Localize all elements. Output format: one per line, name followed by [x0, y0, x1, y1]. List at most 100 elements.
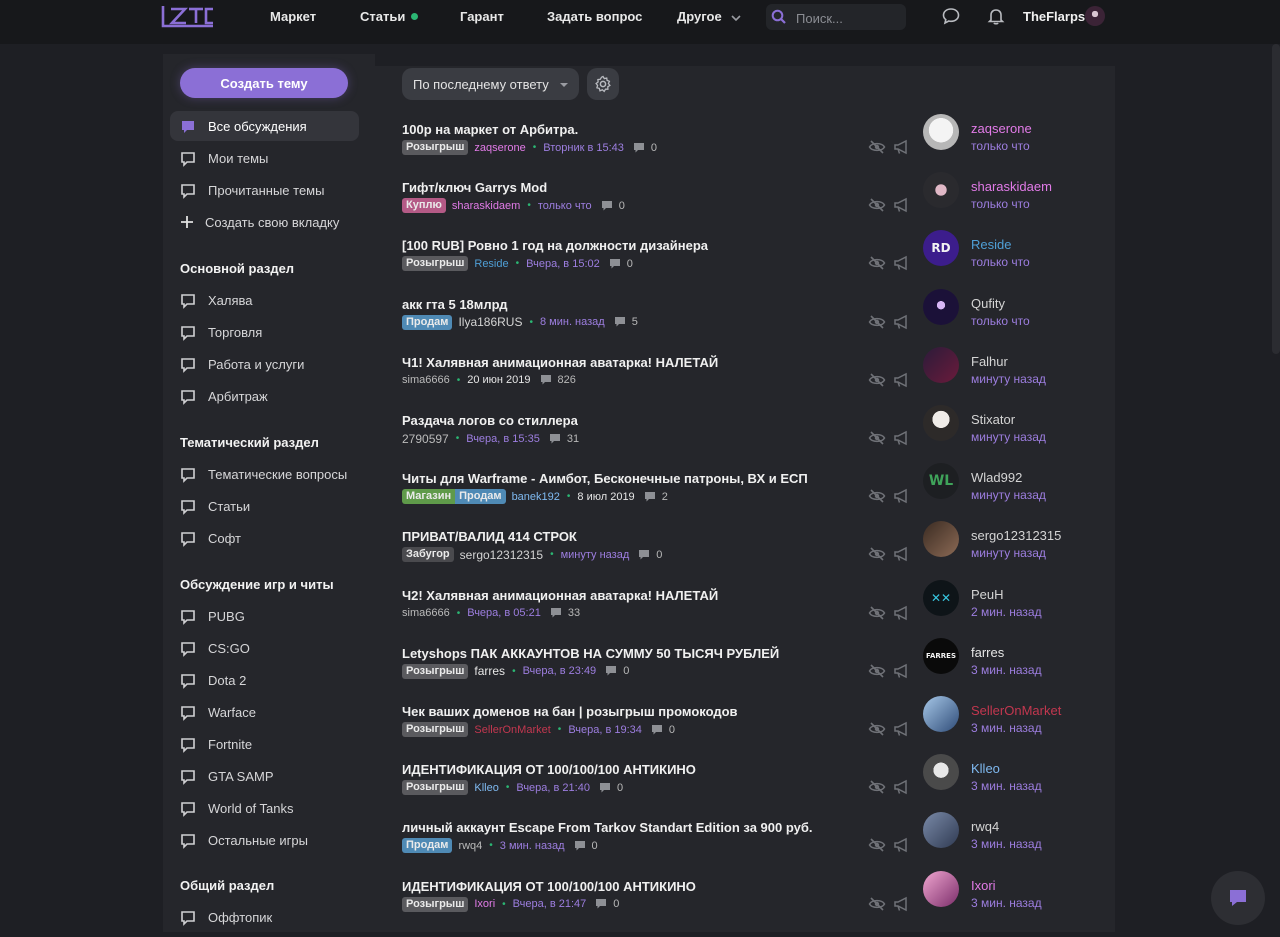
thread-row[interactable]: Гифт/ключ Garrys Mod Куплю sharaskidaem • то… — [375, 172, 1115, 238]
site-logo[interactable] — [160, 3, 216, 34]
thread-start-date[interactable]: Вчера, в 23:49 — [523, 665, 597, 677]
thread-author[interactable]: Ixori — [474, 898, 495, 910]
search-box[interactable] — [766, 4, 906, 30]
sidebar-item-other-games[interactable]: Остальные игры — [170, 825, 359, 855]
thread-prefix-tag[interactable]: Продам — [402, 838, 453, 854]
current-username[interactable]: TheFlarps — [1023, 9, 1085, 24]
last-poster-avatar[interactable]: WL — [923, 463, 959, 500]
last-poster-name[interactable]: farres — [971, 645, 1004, 660]
user-avatar[interactable] — [1085, 6, 1105, 26]
thread-row[interactable]: Letyshops ПАК АККАУНТОВ НА СУММУ 50 ТЫСЯ… — [375, 637, 1115, 704]
last-poster-name[interactable]: sharaskidaem — [971, 179, 1052, 194]
last-poster-avatar[interactable] — [923, 696, 959, 732]
thread-title[interactable]: Гифт/ключ Garrys Mod — [402, 180, 547, 195]
last-poster-avatar[interactable] — [923, 346, 959, 383]
last-post-time[interactable]: 3 мин. назад — [971, 837, 1042, 851]
last-post-time[interactable]: минуту назад — [971, 430, 1046, 444]
nav-market[interactable]: Маркет — [270, 9, 316, 24]
nav-ask-question[interactable]: Задать вопрос — [547, 9, 642, 24]
sidebar-item-my-threads[interactable]: Мои темы — [170, 143, 359, 173]
last-post-time[interactable]: только что — [971, 197, 1030, 211]
last-post-time[interactable]: минуту назад — [971, 546, 1046, 560]
sidebar-item-world-of-tanks[interactable]: World of Tanks — [170, 793, 359, 823]
last-post-time[interactable]: 3 мин. назад — [971, 779, 1042, 793]
megaphone-icon[interactable] — [893, 197, 910, 213]
thread-prefix-tag[interactable]: Розыгрыш — [402, 140, 469, 155]
thread-title[interactable]: акк гта 5 18млрд — [402, 297, 508, 312]
thread-start-date[interactable]: только что — [538, 200, 592, 212]
thread-author[interactable]: zaqserone — [474, 142, 525, 154]
last-poster-avatar[interactable] — [923, 114, 959, 150]
megaphone-icon[interactable] — [893, 372, 910, 388]
eye-slash-icon[interactable] — [868, 139, 886, 155]
megaphone-icon[interactable] — [893, 488, 910, 504]
thread-prefix-tag[interactable]: Продам — [455, 489, 506, 505]
last-poster-name[interactable]: Stixator — [971, 412, 1015, 427]
thread-row[interactable]: акк гта 5 18млрд Продам Ilya186RUS • 8 мин. … — [375, 288, 1115, 355]
list-settings-button[interactable] — [587, 68, 619, 100]
thread-start-date[interactable]: 3 мин. назад — [500, 840, 565, 852]
last-poster-name[interactable]: Falhur — [971, 354, 1008, 369]
sidebar-item-arbitration[interactable]: Арбитраж — [170, 381, 359, 411]
thread-author[interactable]: Reside — [474, 258, 508, 270]
last-post-time[interactable]: только что — [971, 314, 1030, 328]
eye-slash-icon[interactable] — [868, 430, 886, 446]
thread-row[interactable]: 100р на маркет от Арбитра. Розыгрыш zaqser… — [375, 114, 1115, 180]
eye-slash-icon[interactable] — [868, 837, 886, 853]
eye-slash-icon[interactable] — [868, 896, 886, 912]
thread-row[interactable]: ИДЕНТИФИКАЦИЯ ОТ 100/100/100 АНТИКИНО Роз… — [375, 754, 1115, 820]
sidebar-item-software[interactable]: Софт — [170, 523, 359, 553]
sidebar-item-fortnite[interactable]: Fortnite — [170, 729, 359, 759]
sort-order-select[interactable]: По последнему ответу — [402, 68, 579, 100]
thread-author[interactable]: rwq4 — [458, 840, 482, 852]
thread-row[interactable]: ПРИВАТ/ВАЛИД 414 СТРОК Забугор sergo123123… — [375, 521, 1115, 587]
notifications-bell-icon[interactable] — [986, 6, 1006, 26]
megaphone-icon[interactable] — [893, 663, 910, 679]
search-input[interactable] — [794, 7, 904, 29]
thread-prefix-tag[interactable]: Продам — [402, 314, 453, 330]
last-poster-name[interactable]: Qufity — [971, 296, 1005, 311]
eye-slash-icon[interactable] — [868, 372, 886, 388]
last-post-time[interactable]: только что — [971, 255, 1030, 269]
thread-start-date[interactable]: Вчера, в 21:47 — [513, 898, 587, 910]
thread-start-date[interactable]: Вчера, в 15:35 — [466, 433, 540, 445]
eye-slash-icon[interactable] — [868, 314, 886, 330]
thread-author[interactable]: sergo12312315 — [460, 548, 543, 562]
last-post-time[interactable]: минуту назад — [971, 488, 1046, 502]
sidebar-item-freebies[interactable]: Халява — [170, 285, 359, 315]
last-post-time[interactable]: минуту назад — [971, 372, 1046, 386]
thread-title[interactable]: Чек ваших доменов на бан | розыгрыш пром… — [402, 704, 738, 719]
sidebar-item-read-threads[interactable]: Прочитанные темы — [170, 175, 359, 205]
thread-row[interactable]: личный аккаунт Escape From Tarkov Standa… — [375, 812, 1115, 878]
sidebar-item-csgo[interactable]: CS:GO — [170, 633, 359, 663]
sidebar-item-pubg[interactable]: PUBG — [170, 601, 359, 631]
thread-start-date[interactable]: 20 июн 2019 — [467, 374, 530, 386]
last-post-time[interactable]: 3 мин. назад — [971, 663, 1042, 677]
eye-slash-icon[interactable] — [868, 197, 886, 213]
sidebar-item-offtopic[interactable]: Оффтопик — [170, 902, 359, 932]
last-poster-name[interactable]: Reside — [971, 237, 1011, 252]
thread-title[interactable]: 100р на маркет от Арбитра. — [402, 122, 578, 137]
thread-title[interactable]: личный аккаунт Escape From Tarkov Standa… — [402, 820, 813, 835]
megaphone-icon[interactable] — [893, 139, 910, 155]
sidebar-item-articles[interactable]: Статьи — [170, 491, 359, 521]
thread-prefix-tag[interactable]: Забугор — [402, 547, 454, 563]
last-poster-name[interactable]: PeuH — [971, 587, 1004, 602]
last-poster-avatar[interactable] — [923, 172, 959, 209]
last-post-time[interactable]: только что — [971, 139, 1030, 153]
sidebar-item-create-tab[interactable]: Создать свою вкладку — [170, 207, 359, 237]
eye-slash-icon[interactable] — [868, 255, 886, 271]
thread-title[interactable]: Letyshops ПАК АККАУНТОВ НА СУММУ 50 ТЫСЯ… — [402, 646, 779, 661]
last-post-time[interactable]: 2 мин. назад — [971, 605, 1042, 619]
last-post-time[interactable]: 3 мин. назад — [971, 896, 1042, 910]
thread-start-date[interactable]: Вчера, в 21:40 — [516, 782, 590, 794]
thread-author[interactable]: sima6666 — [402, 607, 450, 619]
megaphone-icon[interactable] — [893, 546, 910, 562]
thread-row[interactable]: Ч2! Халявная анимационная аватарка! НАЛЕ… — [375, 579, 1115, 646]
thread-prefix-tag[interactable]: Куплю — [402, 198, 446, 214]
thread-start-date[interactable]: Вторник в 15:43 — [543, 142, 624, 154]
sidebar-item-warface[interactable]: Warface — [170, 697, 359, 727]
thread-author[interactable]: farres — [474, 664, 505, 678]
thread-prefix-tag[interactable]: Розыгрыш — [402, 896, 469, 912]
thread-title[interactable]: Раздача логов со стиллера — [402, 413, 578, 428]
